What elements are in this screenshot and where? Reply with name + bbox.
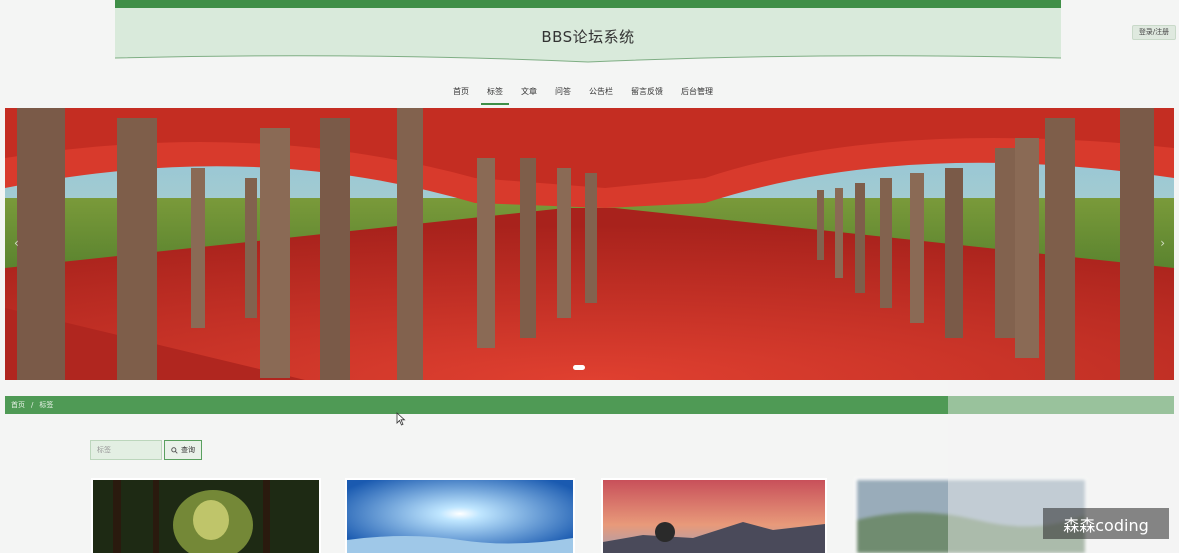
search-button[interactable]: 查询 xyxy=(164,440,202,460)
search-input[interactable]: 标签 xyxy=(90,440,162,460)
mouse-cursor-icon xyxy=(396,412,406,426)
nav-item-qa[interactable]: 问答 xyxy=(546,84,580,105)
nav-item-notice[interactable]: 公告栏 xyxy=(580,84,622,105)
carousel-image xyxy=(5,108,1174,380)
login-register-button[interactable]: 登录/注册 xyxy=(1132,25,1176,40)
main-nav: 首页 标签 文章 问答 公告栏 留言反馈 后台管理 xyxy=(444,84,722,105)
breadcrumb-current: 标签 xyxy=(39,401,54,409)
tag-card[interactable] xyxy=(601,478,827,553)
carousel-indicator[interactable] xyxy=(573,365,585,370)
nav-item-tags[interactable]: 标签 xyxy=(478,84,512,105)
nav-item-articles[interactable]: 文章 xyxy=(512,84,546,105)
nav-item-feedback[interactable]: 留言反馈 xyxy=(622,84,672,105)
header-top-bar xyxy=(115,0,1061,8)
search-button-label: 查询 xyxy=(181,446,195,454)
card-image-sunset xyxy=(603,480,825,553)
tag-card[interactable] xyxy=(345,478,575,553)
tag-card[interactable] xyxy=(91,478,321,553)
banner-carousel[interactable]: ‹ › xyxy=(5,108,1174,380)
carousel-prev-icon[interactable]: ‹ xyxy=(14,236,19,250)
card-image-sky xyxy=(347,480,573,553)
nav-item-admin[interactable]: 后台管理 xyxy=(672,84,722,105)
site-header: BBS论坛系统 xyxy=(115,0,1061,63)
carousel-next-icon[interactable]: › xyxy=(1160,236,1165,250)
nav-item-home[interactable]: 首页 xyxy=(444,84,478,105)
watermark: 森森coding xyxy=(1043,508,1169,539)
breadcrumb-separator: / xyxy=(31,401,34,409)
site-title: BBS论坛系统 xyxy=(541,28,635,46)
card-image-forest xyxy=(93,480,319,553)
search-icon xyxy=(171,446,178,454)
breadcrumb-home[interactable]: 首页 xyxy=(11,400,25,410)
